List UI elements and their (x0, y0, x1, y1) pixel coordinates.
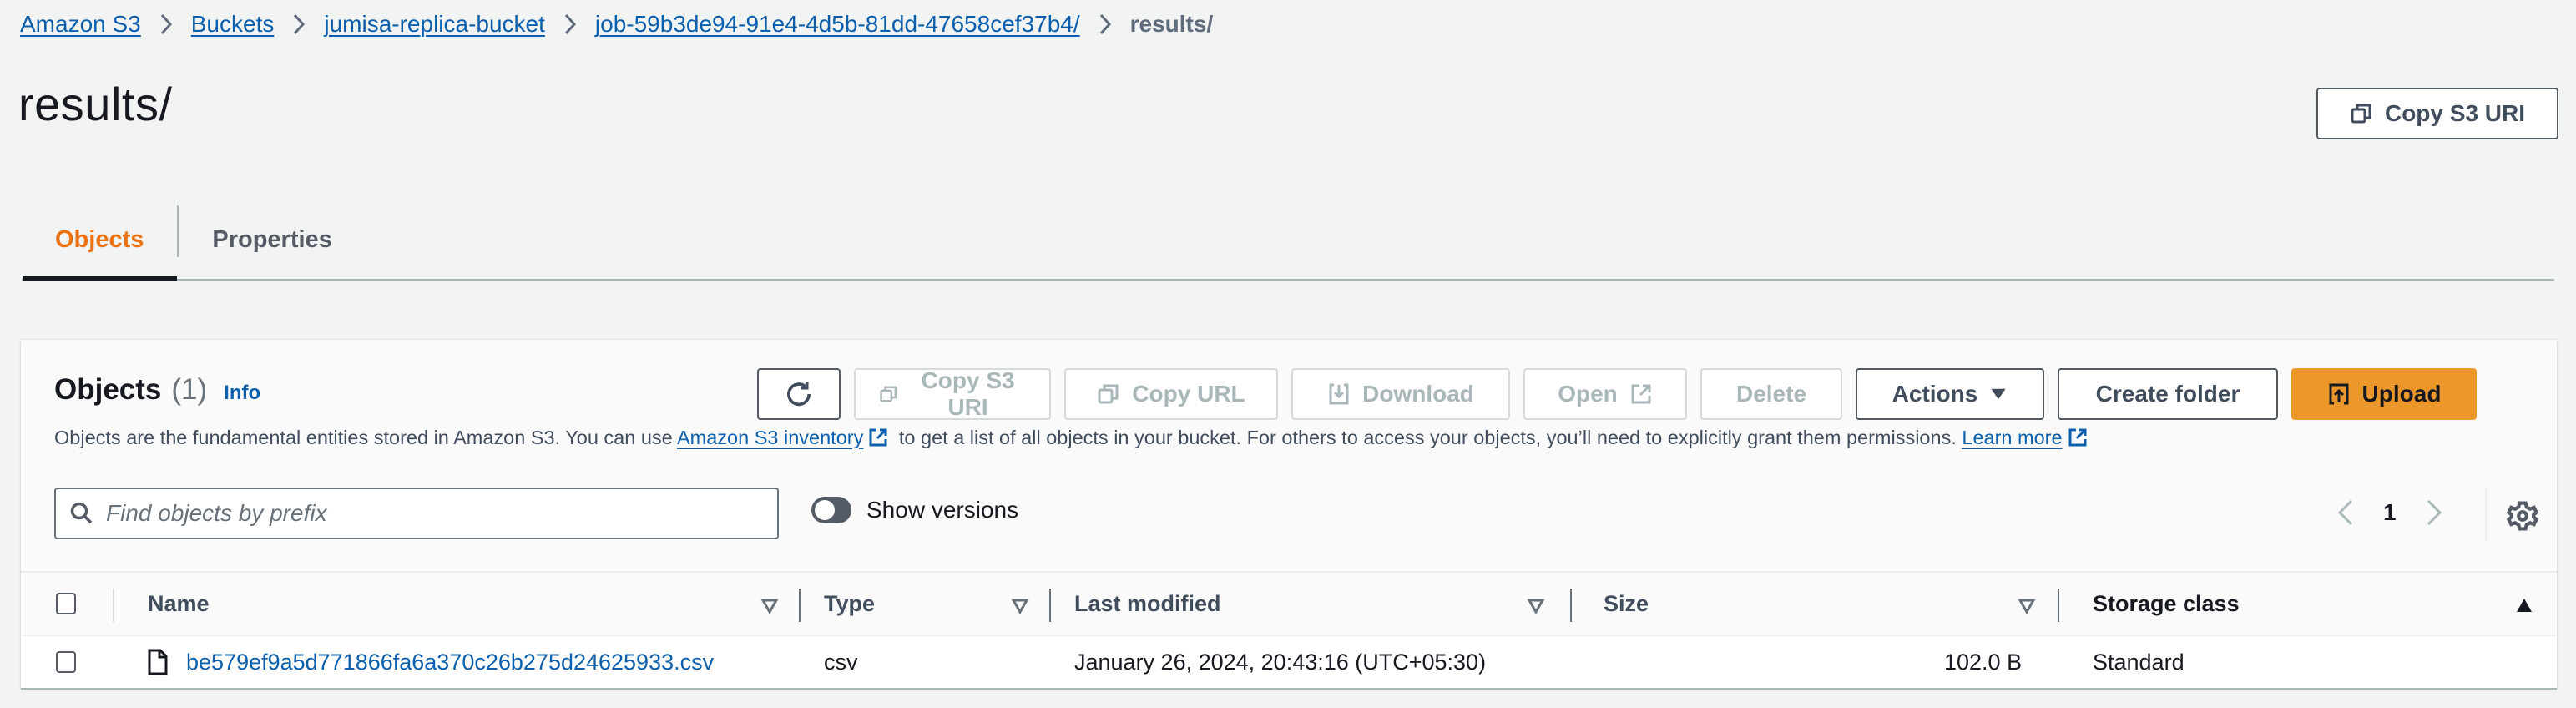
open-label: Open (1558, 381, 1618, 407)
caret-down-icon (1991, 388, 2006, 400)
copy-s3-uri-toolbar-button[interactable]: Copy S3 URI (854, 367, 1051, 420)
refresh-icon (787, 382, 811, 407)
storage-class-cell: Standard (2093, 649, 2185, 675)
external-link-icon (1631, 384, 1651, 404)
copy-icon (1098, 384, 1119, 404)
chevron-right-icon (158, 12, 174, 37)
chevron-right-icon (562, 12, 578, 37)
column-divider (113, 589, 114, 622)
column-header-last-modified[interactable]: Last modified (1074, 573, 1221, 635)
actions-label: Actions (1892, 381, 1978, 407)
column-divider[interactable] (1570, 589, 1572, 622)
last-modified-cell: January 26, 2024, 20:43:16 (UTC+05:30) (1074, 649, 1487, 675)
breadcrumb-job-folder[interactable]: job-59b3de94-91e4-4d5b-81dd-47658cef37b4… (595, 11, 1080, 38)
chevron-right-icon (290, 12, 307, 37)
copy-url-button[interactable]: Copy URL (1064, 368, 1278, 420)
copy-s3-uri-label: Copy S3 URI (2384, 100, 2526, 126)
pagination: 1 (2333, 492, 2447, 534)
object-name-link[interactable]: be579ef9a5d771866fa6a370c26b275d24625933… (186, 650, 714, 675)
column-divider[interactable] (799, 589, 801, 622)
upload-button[interactable]: Upload (2291, 368, 2477, 420)
search-field[interactable] (54, 488, 779, 539)
size-cell: 102.0 B (1944, 649, 2023, 675)
name-cell: be579ef9a5d771866fa6a370c26b275d24625933… (148, 636, 714, 688)
delete-button[interactable]: Delete (1700, 368, 1842, 420)
panel-description: Objects are the fundamental entities sto… (54, 427, 2093, 449)
tabs: Objects Properties (22, 200, 2554, 281)
row-select-cell (56, 636, 76, 688)
sort-icon[interactable] (760, 596, 779, 614)
column-divider[interactable] (2058, 589, 2059, 622)
column-header-name[interactable]: Name (148, 573, 210, 635)
table-row[interactable]: be579ef9a5d771866fa6a370c26b275d24625933… (21, 636, 2557, 688)
refresh-button[interactable] (757, 368, 841, 420)
page-number[interactable]: 1 (2383, 499, 2397, 526)
column-header-type[interactable]: Type (824, 573, 875, 635)
external-link-icon (2068, 428, 2087, 447)
sort-ascending-icon[interactable] (2515, 596, 2533, 614)
open-button[interactable]: Open (1523, 368, 1687, 420)
actions-dropdown[interactable]: Actions (1856, 368, 2044, 420)
select-all-cell (56, 573, 76, 635)
page-title: results/ (18, 78, 173, 130)
objects-table: Name Type Last modified Size Storage cla… (21, 571, 2557, 688)
tab-properties[interactable]: Properties (179, 200, 365, 279)
download-label: Download (1362, 381, 1474, 407)
copy-s3-uri-button[interactable]: Copy S3 URI (2316, 88, 2558, 139)
objects-toolbar: Copy S3 URI Copy URL Download Open Delet… (757, 367, 2477, 420)
delete-label: Delete (1735, 381, 1807, 407)
table-header: Name Type Last modified Size Storage cla… (21, 571, 2557, 636)
upload-icon (2329, 383, 2349, 405)
sort-icon[interactable] (2018, 596, 2036, 614)
show-versions: Show versions (811, 497, 1018, 523)
sort-icon[interactable] (1527, 596, 1545, 614)
inventory-link[interactable]: Amazon S3 inventory (677, 427, 863, 448)
chevron-right-icon (1097, 12, 1114, 37)
tab-objects-label: Objects (55, 225, 144, 253)
search-input[interactable] (106, 500, 740, 527)
tab-objects[interactable]: Objects (22, 200, 178, 281)
column-header-storage-class[interactable]: Storage class (2093, 573, 2240, 635)
column-divider[interactable] (1049, 589, 1051, 622)
breadcrumb-current: results/ (1129, 11, 1214, 37)
chevron-left-icon[interactable] (2333, 496, 2358, 529)
description-prefix: Objects are the fundamental entities sto… (54, 427, 673, 448)
breadcrumb-bucket[interactable]: jumisa-replica-bucket (324, 11, 545, 38)
breadcrumb-amazon-s3[interactable]: Amazon S3 (20, 11, 141, 38)
copy-icon (880, 386, 897, 402)
sort-icon[interactable] (1011, 596, 1029, 614)
download-icon (1329, 383, 1349, 405)
info-link[interactable]: Info (224, 382, 260, 405)
copy-url-label: Copy URL (1132, 381, 1245, 407)
breadcrumb: Amazon S3 Buckets jumisa-replica-bucket … (20, 8, 1213, 40)
show-versions-label: Show versions (866, 497, 1019, 523)
copy-icon (2351, 104, 2371, 124)
file-icon (148, 649, 168, 675)
objects-panel: Objects (1) Info Copy S3 URI Copy URL Do… (21, 340, 2557, 689)
upload-label: Upload (2361, 381, 2442, 407)
panel-header: Objects (1) Info (54, 373, 260, 407)
search-icon (70, 502, 93, 524)
breadcrumb-buckets[interactable]: Buckets (191, 11, 275, 38)
description-middle: to get a list of all objects in your buc… (898, 427, 1957, 448)
gear-icon[interactable] (2507, 500, 2538, 532)
create-folder-button[interactable]: Create folder (2058, 368, 2278, 420)
column-header-size[interactable]: Size (1604, 573, 1649, 635)
select-all-checkbox[interactable] (56, 593, 76, 614)
learn-more-link[interactable]: Learn more (1962, 427, 2062, 448)
create-folder-label: Create folder (2095, 381, 2240, 407)
type-cell: csv (824, 649, 858, 675)
copy-s3-uri-toolbar-label: Copy S3 URI (921, 367, 1015, 420)
panel-title: Objects (54, 373, 162, 406)
download-button[interactable]: Download (1291, 368, 1510, 420)
show-versions-toggle[interactable] (811, 497, 851, 523)
tab-properties-label: Properties (212, 225, 332, 253)
object-count: (1) (171, 373, 208, 406)
chevron-right-icon[interactable] (2422, 496, 2447, 529)
external-link-icon (869, 428, 887, 447)
row-checkbox[interactable] (56, 651, 76, 673)
pager-divider (2485, 488, 2487, 542)
